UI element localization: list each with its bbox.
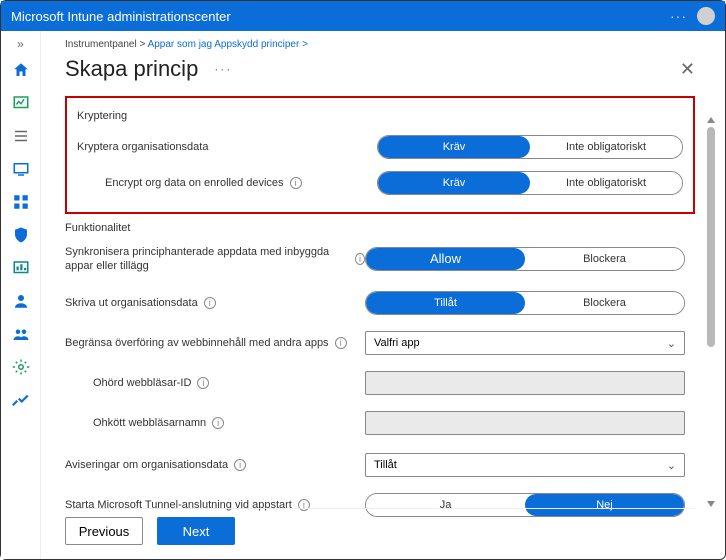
notify-select[interactable]: Tillåt ⌄: [365, 453, 685, 477]
content-pane: Instrumentpanel > Appar som jag Appskydd…: [41, 31, 725, 559]
page-title: Skapa princip: [65, 56, 198, 82]
notify-label: Aviseringar om organisationsdata i: [65, 459, 365, 471]
info-icon[interactable]: i: [290, 177, 302, 189]
titlebar-more-icon[interactable]: ···: [670, 8, 687, 24]
endpoint-security-icon[interactable]: [12, 226, 30, 249]
breadcrumb: Instrumentpanel > Appar som jag Appskydd…: [65, 39, 695, 50]
dashboard-icon[interactable]: [12, 94, 30, 117]
info-icon[interactable]: i: [298, 499, 310, 511]
form-area: Kryptering Kryptera organisationsdata Kr…: [65, 96, 695, 520]
browser-name-input[interactable]: [365, 411, 685, 435]
seg-block[interactable]: Blockera: [525, 248, 684, 270]
info-icon[interactable]: i: [335, 337, 347, 349]
page-more-icon[interactable]: ···: [214, 62, 232, 76]
scroll-up-icon[interactable]: [707, 117, 715, 123]
tunnel-label: Starta Microsoft Tunnel-anslutning vid a…: [65, 498, 365, 512]
home-icon[interactable]: [12, 61, 30, 84]
browser-name-label: Ohkött webbläsarnamn i: [65, 417, 365, 429]
seg-allow[interactable]: Tillåt: [366, 292, 525, 314]
encrypt-org-data-label: Kryptera organisationsdata: [77, 141, 377, 153]
seg-require[interactable]: Kräv: [378, 136, 530, 158]
info-icon[interactable]: i: [234, 459, 246, 471]
users-icon[interactable]: [12, 292, 30, 315]
info-icon[interactable]: i: [197, 377, 209, 389]
wizard-footer: Previous Next: [65, 517, 235, 545]
encryption-highlight: Kryptering Kryptera organisationsdata Kr…: [65, 96, 695, 214]
sync-label: Synkronisera principhanterade appdata me…: [65, 245, 365, 274]
scrollbar[interactable]: [707, 127, 715, 499]
encrypt-org-data-toggle[interactable]: Kräv Inte obligatoriskt: [377, 135, 683, 159]
seg-block[interactable]: Blockera: [525, 292, 684, 314]
previous-button[interactable]: Previous: [65, 517, 143, 545]
app-title: Microsoft Intune administrationscenter: [11, 9, 231, 24]
section-encryption: Kryptering: [77, 110, 683, 122]
browser-id-label: Ohörd webbläsar-ID i: [65, 377, 365, 389]
sync-toggle[interactable]: Allow Blockera: [365, 247, 685, 271]
print-toggle[interactable]: Tillåt Blockera: [365, 291, 685, 315]
section-functionality: Funktionalitet: [65, 222, 695, 234]
seg-yes[interactable]: Ja: [366, 494, 525, 516]
restrict-select[interactable]: Valfri app ⌄: [365, 331, 685, 355]
tenant-admin-icon[interactable]: [12, 358, 30, 381]
all-services-icon[interactable]: [12, 127, 30, 150]
seg-no[interactable]: Nej: [525, 494, 684, 516]
scroll-down-icon[interactable]: [707, 501, 715, 507]
scroll-thumb[interactable]: [707, 127, 715, 347]
print-label: Skriva ut organisationsdata i: [65, 297, 365, 309]
info-icon[interactable]: i: [204, 297, 216, 309]
footer-separator: [65, 508, 695, 509]
rail-expand-icon[interactable]: »: [17, 37, 24, 51]
reports-icon[interactable]: [12, 259, 30, 282]
browser-id-input[interactable]: [365, 371, 685, 395]
encrypt-enrolled-label: Encrypt org data on enrolled devices i: [77, 177, 377, 189]
seg-not-required[interactable]: Inte obligatoriskt: [530, 136, 682, 158]
info-icon[interactable]: i: [355, 253, 365, 265]
titlebar: Microsoft Intune administrationscenter ·…: [1, 1, 725, 31]
close-icon[interactable]: ✕: [680, 59, 695, 80]
user-avatar[interactable]: [697, 7, 715, 25]
encrypt-enrolled-toggle[interactable]: Kräv Inte obligatoriskt: [377, 171, 683, 195]
info-icon[interactable]: i: [212, 417, 224, 429]
seg-allow[interactable]: Allow: [366, 248, 525, 270]
restrict-label: Begränsa överföring av webbinnehåll med …: [65, 336, 365, 350]
seg-require[interactable]: Kräv: [378, 172, 530, 194]
apps-icon[interactable]: [12, 193, 30, 216]
troubleshoot-icon[interactable]: [12, 391, 30, 414]
chevron-down-icon: ⌄: [667, 459, 676, 472]
nav-rail: »: [1, 31, 41, 559]
seg-not-required[interactable]: Inte obligatoriskt: [530, 172, 682, 194]
tunnel-toggle[interactable]: Ja Nej: [365, 493, 685, 517]
breadcrumb-link[interactable]: Appar som jag Appskydd principer >: [148, 39, 308, 50]
groups-icon[interactable]: [12, 325, 30, 348]
devices-icon[interactable]: [12, 160, 30, 183]
chevron-down-icon: ⌄: [667, 337, 676, 350]
next-button[interactable]: Next: [157, 517, 235, 545]
